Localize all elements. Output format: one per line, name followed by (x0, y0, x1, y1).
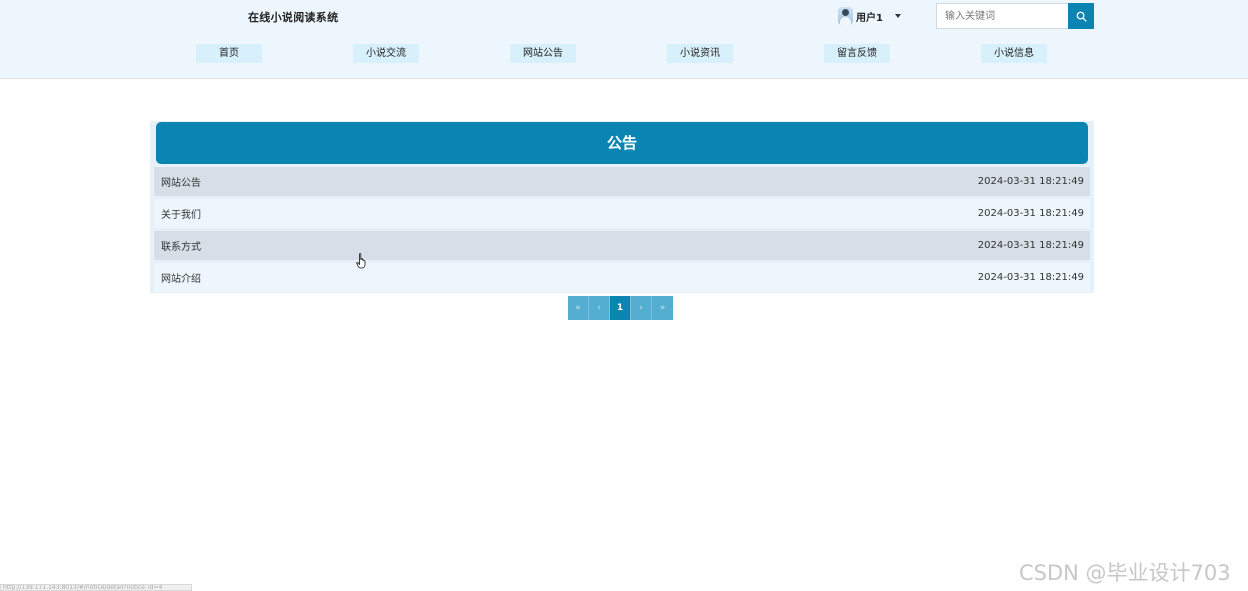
app-root: 在线小说阅读系统 用户1 首页 小说交流 网站公告 小说资讯 留言反馈 小说信息 (0, 0, 1248, 591)
notice-row-time: 2024-03-31 18:21:49 (977, 176, 1084, 187)
pagination: « ‹ 1 › » (568, 296, 673, 320)
watermark: CSDN @毕业设计703 (1019, 561, 1231, 585)
notice-row-time: 2024-03-31 18:21:49 (977, 240, 1084, 251)
notice-row[interactable]: 关于我们 2024-03-31 18:21:49 (154, 199, 1090, 228)
nav-item-novel-info[interactable]: 小说信息 (981, 44, 1047, 63)
nav-item-feedback[interactable]: 留言反馈 (824, 44, 890, 63)
top-header: 在线小说阅读系统 用户1 首页 小说交流 网站公告 小说资讯 留言反馈 小说信息 (0, 0, 1248, 79)
next-page-button[interactable]: › (631, 296, 652, 320)
notice-row-time: 2024-03-31 18:21:49 (977, 272, 1084, 283)
caret-down-icon[interactable] (894, 14, 901, 18)
notice-panel: 公告 网站公告 2024-03-31 18:21:49 关于我们 2024-03… (150, 121, 1094, 293)
prev-page-button[interactable]: ‹ (589, 296, 610, 320)
first-page-button[interactable]: « (568, 296, 589, 320)
user-menu[interactable]: 用户1 (838, 6, 901, 26)
notice-row-time: 2024-03-31 18:21:49 (977, 208, 1084, 219)
last-page-button[interactable]: » (652, 296, 673, 320)
notice-panel-title: 公告 (156, 122, 1088, 164)
nav-item-novel-news[interactable]: 小说资讯 (667, 44, 733, 63)
page-number-button[interactable]: 1 (610, 296, 631, 320)
notice-row-title[interactable]: 网站介绍 (161, 270, 201, 285)
notice-row[interactable]: 联系方式 2024-03-31 18:21:49 (154, 231, 1090, 260)
site-title: 在线小说阅读系统 (248, 11, 339, 24)
notice-row-title[interactable]: 网站公告 (161, 174, 201, 189)
main-nav: 首页 小说交流 网站公告 小说资讯 留言反馈 小说信息 (0, 44, 1248, 63)
notice-row[interactable]: 网站公告 2024-03-31 18:21:49 (154, 167, 1090, 196)
search-icon (1076, 11, 1087, 22)
search-input[interactable] (936, 3, 1068, 29)
nav-item-home[interactable]: 首页 (196, 44, 262, 63)
notice-row-title[interactable]: 联系方式 (161, 238, 201, 253)
notice-row[interactable]: 网站介绍 2024-03-31 18:21:49 (154, 263, 1090, 292)
nav-item-novel-forum[interactable]: 小说交流 (353, 44, 419, 63)
search-box (936, 3, 1094, 29)
nav-item-site-notice[interactable]: 网站公告 (510, 44, 576, 63)
search-button[interactable] (1068, 3, 1094, 29)
user-name[interactable]: 用户1 (856, 9, 883, 24)
avatar[interactable] (838, 7, 853, 25)
hand-cursor-icon (356, 253, 366, 269)
notice-list: 网站公告 2024-03-31 18:21:49 关于我们 2024-03-31… (154, 167, 1090, 295)
browser-status-bar: http://139.171.143:8013/#/notice/detail?… (0, 584, 192, 591)
notice-row-title[interactable]: 关于我们 (161, 206, 201, 221)
